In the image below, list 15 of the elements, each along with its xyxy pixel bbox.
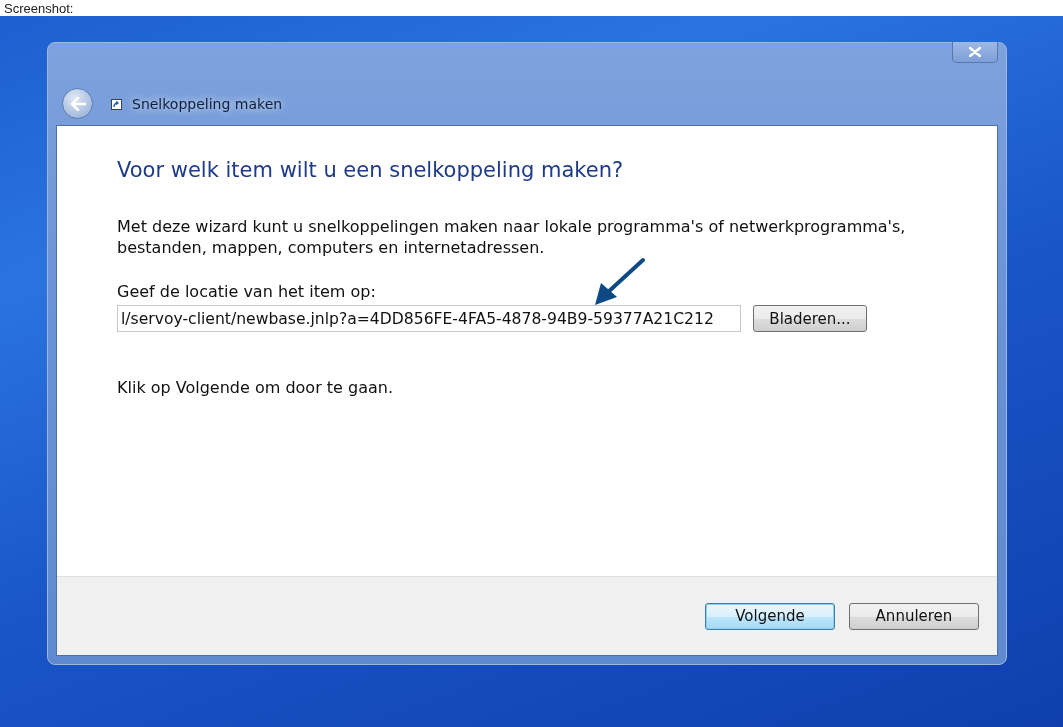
- close-icon: [969, 47, 981, 57]
- back-arrow-icon: [69, 96, 86, 111]
- location-label: Geef de locatie van het item op:: [117, 282, 377, 301]
- wizard-button[interactable]: Annuleren: [849, 602, 979, 630]
- browse-button[interactable]: Bladeren...: [753, 305, 867, 332]
- close-button[interactable]: [952, 42, 998, 63]
- window-title: Snelkoppeling maken: [132, 96, 283, 112]
- location-input-field[interactable]: l/servoy-client/newbase.jnlp?a=4DD856FE-4FA5-4878-94B9-59377A21C212: [117, 305, 741, 332]
- shortcut-icon: [111, 99, 122, 110]
- description-text: Met deze wizard kunt u snelkoppelingen maken naar lokale programma's of netwerkprogramma's, bestanden, mappen, computers en internetadressen.: [117, 216, 907, 258]
- wizard-button[interactable]: Volgende: [705, 602, 835, 630]
- wizard-heading: Voor welk item wilt u een snelkoppeling maken?: [117, 158, 625, 182]
- caption-text: Screenshot:: [4, 0, 74, 16]
- instruction-text: Klik op Volgende om door te gaan.: [117, 378, 394, 397]
- back-button[interactable]: [62, 88, 93, 119]
